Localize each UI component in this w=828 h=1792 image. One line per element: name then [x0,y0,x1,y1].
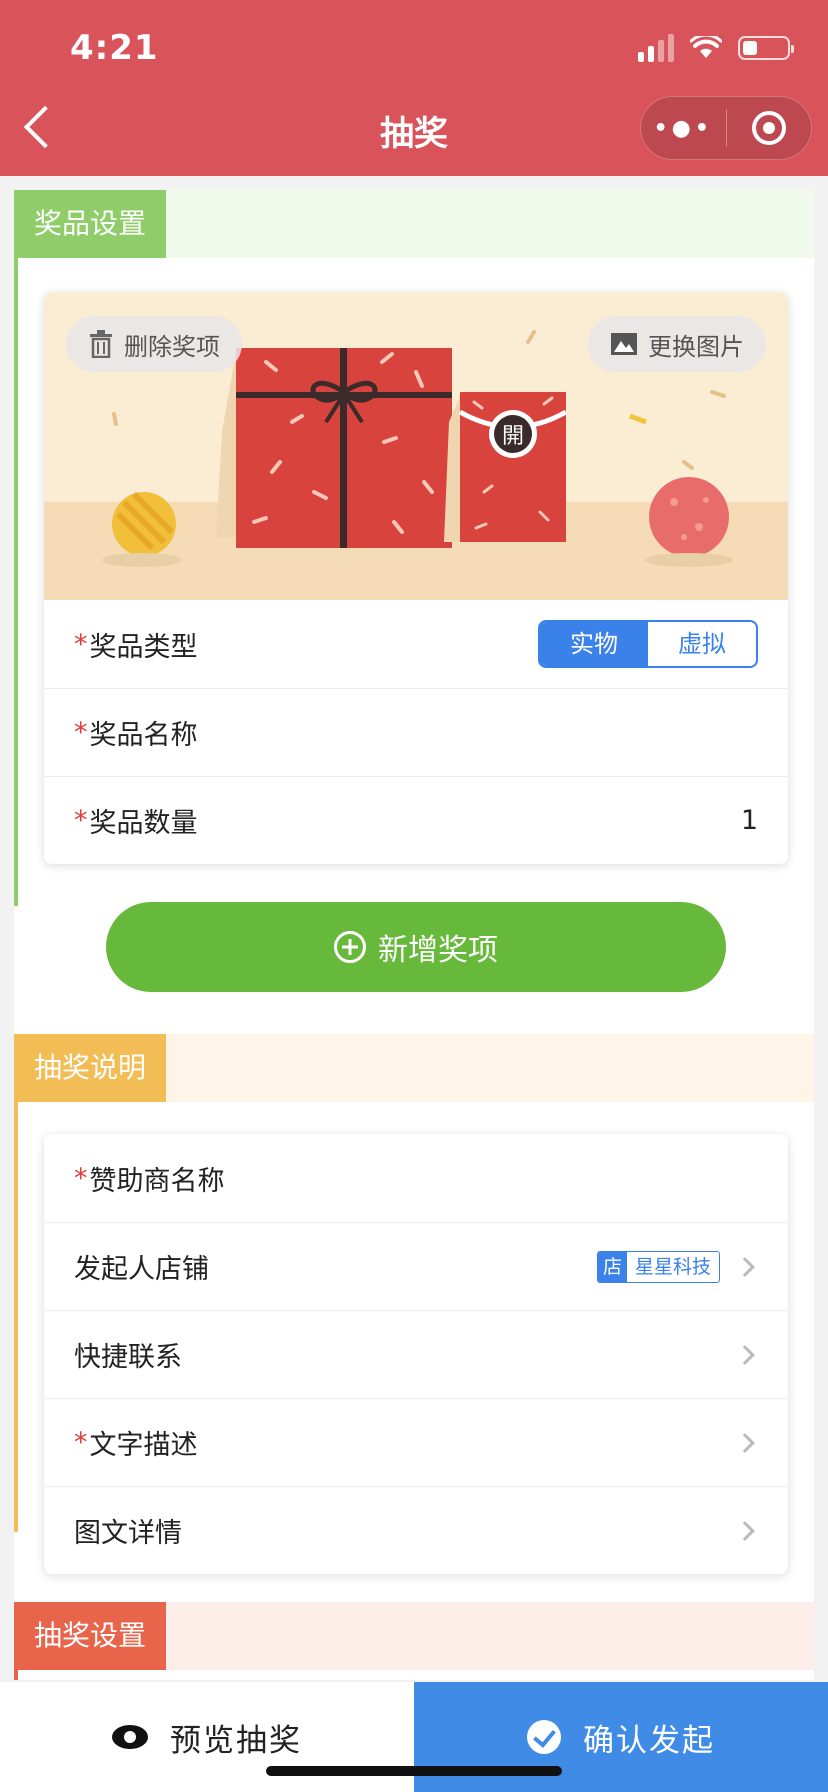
text-description-row[interactable]: * 文字描述 [44,1398,788,1486]
change-image-label: 更换图片 [648,332,744,361]
plus-circle-icon [334,931,366,963]
add-prize-label: 新增奖项 [378,933,498,968]
delete-prize-button[interactable]: 删除奖项 [66,316,242,372]
section-tab-settings: 抽奖设置 [14,1602,167,1670]
settings-section: 抽奖设置 [14,1602,814,1680]
preview-label: 预览抽奖 [170,1722,302,1759]
form-content: 奖品设置 開 删除奖项 更换图片 * 奖品类型 实物 虚拟 * 奖品名称 * 奖… [14,190,814,1680]
status-time: 4:21 [70,28,159,68]
target-icon[interactable] [727,111,812,145]
section-tab-description: 抽奖说明 [14,1034,167,1102]
shop-badge-value: 星星科技 [634,1255,711,1278]
chevron-right-icon [735,1344,755,1365]
home-indicator [266,1766,562,1776]
delete-prize-label: 删除奖项 [124,332,220,361]
app-header: 4:21 抽奖 •●• [0,0,828,176]
image-detail-row[interactable]: 图文详情 [44,1486,788,1574]
image-icon [611,333,637,355]
prize-name-row[interactable]: * 奖品名称 [44,688,788,776]
prize-type-label: 奖品类型 [89,631,198,663]
prize-name-label: 奖品名称 [89,720,198,751]
sponsor-name-row[interactable]: * 赞助商名称 [44,1134,788,1222]
chevron-right-icon [735,1432,755,1453]
envelope-open-char: 開 [502,424,524,449]
prize-quantity-value[interactable]: 1 [741,805,758,836]
chevron-right-icon [735,1256,755,1277]
sponsor-name-label: 赞助商名称 [89,1165,225,1197]
trash-icon [90,330,112,358]
eye-icon [112,1725,148,1749]
prize-card: 開 删除奖项 更换图片 * 奖品类型 实物 虚拟 * 奖品名称 * 奖品数量 1 [44,292,788,864]
contact-row[interactable]: 快捷联系 [44,1310,788,1398]
chevron-right-icon [735,1520,755,1541]
status-icons [638,34,794,62]
prize-banner: 開 删除奖项 更换图片 [44,292,788,600]
prize-quantity-row[interactable]: * 奖品数量 1 [44,776,788,864]
wifi-icon [690,36,722,58]
battery-icon [738,36,794,60]
prize-type-physical[interactable]: 实物 [540,622,648,666]
required-mark: * [74,1162,88,1194]
prize-type-virtual[interactable]: 虚拟 [648,622,756,666]
check-circle-icon [527,1720,561,1754]
section-line [14,1102,18,1532]
image-detail-label: 图文详情 [74,1518,182,1549]
prize-type-toggle: 实物 虚拟 [538,620,758,668]
required-mark: * [74,805,88,836]
add-prize-button[interactable]: 新增奖项 [106,902,726,992]
shop-badge-key: 店 [597,1251,627,1282]
confirm-label: 确认发起 [583,1722,715,1759]
required-mark: * [74,1427,88,1458]
prize-type-row: * 奖品类型 实物 虚拟 [44,600,788,688]
section-line [14,258,18,906]
shop-badge: 店 星星科技 [596,1250,720,1283]
shop-label: 发起人店铺 [74,1254,209,1285]
contact-label: 快捷联系 [74,1342,182,1373]
prize-quantity-label: 奖品数量 [89,808,198,839]
section-line [14,1670,18,1680]
required-mark: * [74,717,88,748]
required-mark: * [74,628,88,660]
section-tab-prize: 奖品设置 [14,190,167,258]
shop-row[interactable]: 发起人店铺 店 星星科技 [44,1222,788,1310]
more-dots-icon[interactable]: •●• [641,116,726,141]
text-description-label: 文字描述 [89,1430,198,1461]
description-card: * 赞助商名称 发起人店铺 店 星星科技 快捷联系 * 文字描述 图文详情 [44,1134,788,1574]
change-image-button[interactable]: 更换图片 [588,316,766,372]
signal-icon [638,34,674,62]
mini-program-capsule: •●• [640,96,812,160]
